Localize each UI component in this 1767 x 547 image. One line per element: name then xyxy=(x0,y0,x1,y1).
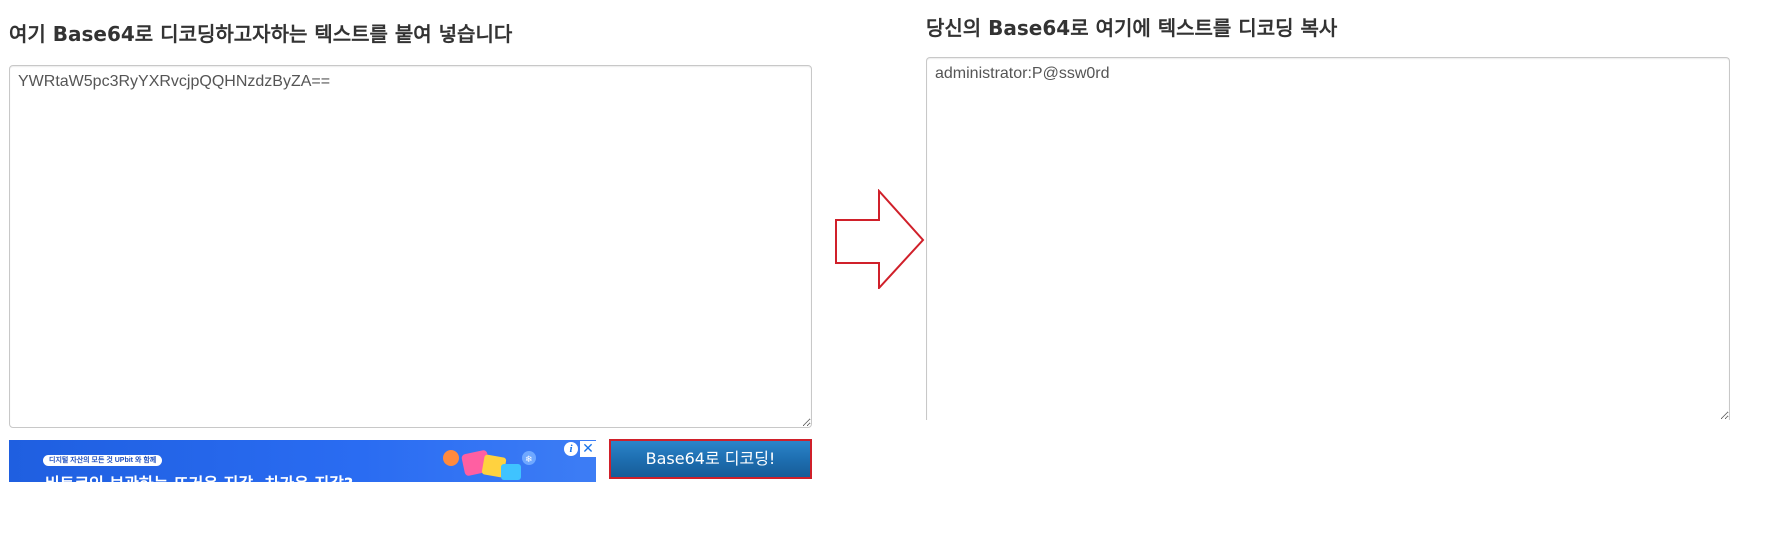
ad-banner[interactable]: 디지털 자산의 모든 것 UPbit 와 함께 비트코인 보관하는 뜨거운 지갑… xyxy=(9,440,596,482)
ad-headline: 비트코인 보관하는 뜨거운 지갑, 차가운 지갑? xyxy=(45,470,353,482)
wallet-illustration-icon: ❄ xyxy=(443,450,536,480)
ad-tagline: 디지털 자산의 모든 것 UPbit 와 함께 xyxy=(43,455,163,466)
ad-info-icon[interactable]: i xyxy=(564,442,578,456)
output-heading: 당신의 Base64로 여기에 텍스트를 디코딩 복사 xyxy=(926,16,1338,40)
right-arrow-icon xyxy=(835,189,925,289)
base64-input-textarea[interactable]: YWRtaW5pc3RyYXRvcjpQQHNzdzByZA== xyxy=(9,65,812,428)
ad-close-icon[interactable]: ✕ xyxy=(580,441,596,457)
input-heading: 여기 Base64로 디코딩하고자하는 텍스트를 붙여 넣습니다 xyxy=(9,22,513,46)
decode-button[interactable]: Base64로 디코딩! xyxy=(609,439,812,479)
decoded-output-textarea[interactable]: administrator:P@ssw0rd xyxy=(926,57,1730,420)
output-container: administrator:P@ssw0rd xyxy=(926,57,1730,420)
svg-text:❄: ❄ xyxy=(525,455,533,465)
page: 여기 Base64로 디코딩하고자하는 텍스트를 붙여 넣습니다 YWRtaW5… xyxy=(0,0,1767,547)
